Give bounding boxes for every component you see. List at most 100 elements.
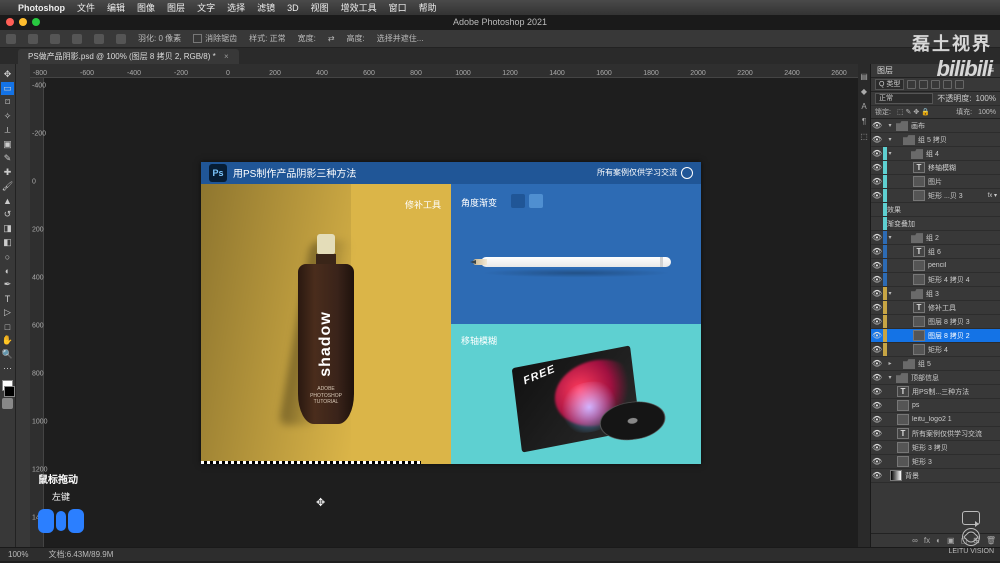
selection-sub-icon[interactable] [94, 34, 104, 44]
brush-tool[interactable]: 🖌 [1, 180, 14, 193]
visibility-toggle[interactable]: 👁 [871, 387, 883, 396]
panel-icon-5[interactable]: ⬚ [860, 132, 868, 141]
layer-row[interactable]: 👁▾组 4 [871, 147, 1000, 161]
menu-file[interactable]: 文件 [77, 1, 95, 14]
visibility-toggle[interactable]: 👁 [871, 121, 883, 130]
layer-row[interactable]: 👁矩形 4 拷贝 4 [871, 273, 1000, 287]
visibility-toggle[interactable]: 👁 [871, 429, 883, 438]
gradient-tool[interactable]: ◧ [1, 236, 14, 249]
visibility-toggle[interactable]: 👁 [871, 457, 883, 466]
layer-row[interactable]: 👁T移轴模糊 [871, 161, 1000, 175]
eraser-tool[interactable]: ◨ [1, 222, 14, 235]
selection-intersect-icon[interactable] [116, 34, 126, 44]
layer-row[interactable]: 👁图层 8 拷贝 3 [871, 315, 1000, 329]
visibility-toggle[interactable]: 👁 [871, 471, 883, 480]
canvas-viewport[interactable]: Ps 用PS制作产品阴影三种方法 所有案例仅供学习交流 修补工具 [44, 78, 858, 547]
visibility-toggle[interactable]: 👁 [871, 289, 883, 298]
visibility-toggle[interactable]: 👁 [871, 401, 883, 410]
layer-row[interactable]: 👁T组 6 [871, 245, 1000, 259]
fx-icon[interactable]: fx [924, 536, 930, 545]
panel-icon-2[interactable]: ◆ [861, 87, 867, 96]
dodge-tool[interactable]: ◐ [1, 264, 14, 277]
layer-row[interactable]: 👁▸组 5 [871, 357, 1000, 371]
opacity-value[interactable]: 100% [976, 94, 996, 103]
visibility-toggle[interactable]: 👁 [871, 191, 883, 200]
menu-image[interactable]: 图像 [137, 1, 155, 14]
visibility-toggle[interactable]: 👁 [871, 261, 883, 270]
panel-icon-1[interactable]: ▤ [860, 72, 868, 81]
visibility-toggle[interactable]: 👁 [871, 415, 883, 424]
tab-close-icon[interactable]: × [224, 52, 229, 61]
marquee-tool[interactable]: ▭ [1, 82, 14, 95]
visibility-toggle[interactable]: 👁 [871, 317, 883, 326]
blend-mode-select[interactable]: 正常 [875, 93, 933, 104]
layer-row[interactable]: 👁leitu_logo2 1 [871, 413, 1000, 427]
visibility-toggle[interactable]: 👁 [871, 345, 883, 354]
blur-tool[interactable]: ○ [1, 250, 14, 263]
menu-view[interactable]: 视图 [311, 1, 329, 14]
layer-row[interactable]: 👁▾组 2 [871, 231, 1000, 245]
selection-new-icon[interactable] [50, 34, 60, 44]
layer-row[interactable]: 👁▾组 5 拷贝 [871, 133, 1000, 147]
menu-layer[interactable]: 图层 [167, 1, 185, 14]
panel-icon-3[interactable]: A [861, 102, 866, 111]
link-layers-icon[interactable]: ∞ [912, 536, 918, 545]
move-tool[interactable]: ✥ [1, 68, 14, 81]
disclosure-arrow[interactable]: ▾ [887, 234, 893, 241]
crop-tool[interactable]: ⟂ [1, 124, 14, 137]
quickmask-toggle[interactable] [2, 398, 13, 409]
visibility-toggle[interactable]: 👁 [871, 163, 883, 172]
opt-feather-value[interactable]: 0 像素 [158, 34, 181, 43]
layer-row[interactable]: 👁矩形 3 [871, 455, 1000, 469]
visibility-toggle[interactable]: 👁 [871, 177, 883, 186]
layer-row[interactable]: 👁图层 8 拷贝 2 [871, 329, 1000, 343]
tool-preset-icon[interactable] [28, 34, 38, 44]
visibility-toggle[interactable]: 👁 [871, 247, 883, 256]
layer-row[interactable]: 👁图片 [871, 175, 1000, 189]
opt-style-value[interactable]: 正常 [270, 34, 286, 43]
visibility-toggle[interactable]: 👁 [871, 303, 883, 312]
history-brush-tool[interactable]: ↺ [1, 208, 14, 221]
layer-row[interactable]: 👁T用PS制...三种方法 [871, 385, 1000, 399]
visibility-toggle[interactable]: 👁 [871, 275, 883, 284]
bg-color-swatch[interactable] [4, 386, 15, 397]
disclosure-arrow[interactable]: ▾ [887, 374, 893, 381]
disclosure-arrow[interactable]: ▾ [887, 150, 893, 157]
layer-row[interactable]: 👁T所有案例仅供学习交流 [871, 427, 1000, 441]
home-icon[interactable] [6, 34, 16, 44]
menu-type[interactable]: 文字 [197, 1, 215, 14]
window-minimize[interactable] [19, 18, 27, 26]
visibility-toggle[interactable]: 👁 [871, 149, 883, 158]
visibility-toggle[interactable]: 👁 [871, 135, 883, 144]
disclosure-arrow[interactable]: ▸ [887, 360, 893, 367]
zoom-value[interactable]: 100% [8, 550, 28, 559]
layer-row[interactable]: 👁▾组 3 [871, 287, 1000, 301]
disclosure-arrow[interactable]: ▾ [887, 290, 893, 297]
visibility-toggle[interactable]: 👁 [871, 443, 883, 452]
hand-tool[interactable]: ✋ [1, 334, 14, 347]
stamp-tool[interactable]: ▲ [1, 194, 14, 207]
layer-row[interactable]: 👁▾顶部信息 [871, 371, 1000, 385]
layer-row[interactable]: 👁矩形 3 拷贝 [871, 441, 1000, 455]
menu-window[interactable]: 窗口 [389, 1, 407, 14]
edit-toolbar[interactable]: ⋯ [1, 362, 14, 375]
opt-swap-icon[interactable]: ⇄ [328, 34, 335, 43]
visibility-toggle[interactable]: 👁 [871, 373, 883, 382]
fill-value[interactable]: 100% [978, 109, 996, 116]
lasso-tool[interactable]: ⌑ [1, 96, 14, 109]
opt-select-mask[interactable]: 选择并遮住... [377, 33, 424, 44]
menu-select[interactable]: 选择 [227, 1, 245, 14]
visibility-toggle[interactable]: 👁 [871, 331, 883, 340]
opt-antialias-checkbox[interactable] [193, 34, 202, 43]
disclosure-arrow[interactable]: ▾ [887, 122, 893, 129]
mask-icon[interactable]: ◐ [936, 536, 941, 545]
visibility-toggle[interactable]: 👁 [871, 359, 883, 368]
layer-row[interactable]: 👁矩形 ...贝 3fx ▾ [871, 189, 1000, 203]
disclosure-arrow[interactable]: ▾ [887, 136, 893, 143]
doc-size[interactable]: 文档:6.43M/89.9M [48, 549, 113, 560]
menu-plugins[interactable]: 增效工具 [341, 1, 377, 14]
layer-filter-kind[interactable]: Q 类型 [875, 79, 904, 90]
layer-row[interactable]: 渐变叠加 [871, 217, 1000, 231]
layer-fx-badge[interactable]: fx ▾ [988, 192, 997, 199]
panel-title[interactable]: 图层 [877, 65, 893, 76]
